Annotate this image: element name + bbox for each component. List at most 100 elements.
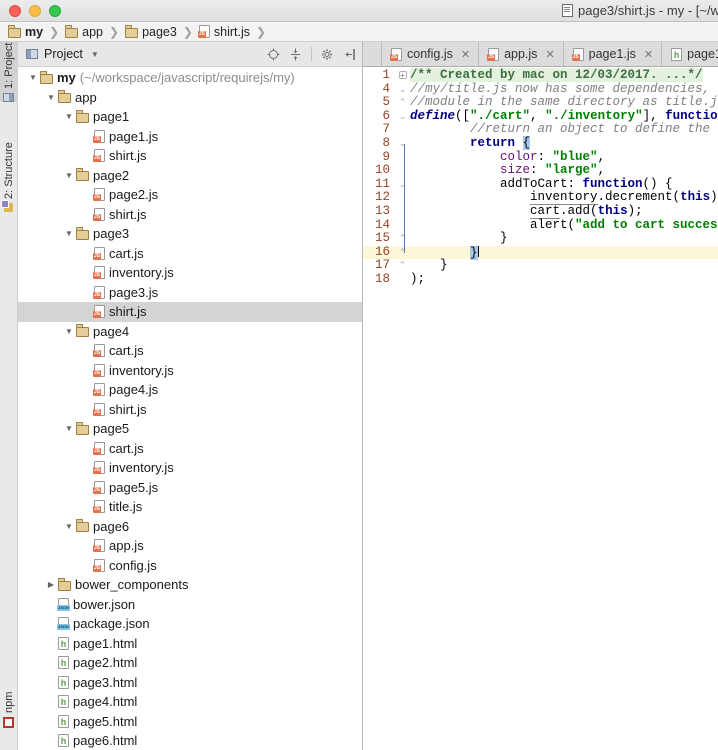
fold-marker-icon[interactable]: ⌄ (395, 110, 410, 124)
tree-item-package-json[interactable]: JSONpackage.json (18, 614, 362, 634)
expanded-arrow-icon[interactable]: ▼ (62, 171, 76, 180)
tree-item-page3[interactable]: ▼page3 (18, 224, 362, 244)
code-token: "./cart" (470, 109, 530, 123)
code-line-9[interactable]: 9 color: "blue", (363, 151, 718, 165)
tree-item-page5-js[interactable]: JSpage5.js (18, 478, 362, 498)
code-line-1[interactable]: 1+/** Created by mac on 12/03/2017. ...*… (363, 69, 718, 83)
tree-item-page2[interactable]: ▼page2 (18, 166, 362, 186)
code-line-17[interactable]: 17⌃ } (363, 259, 718, 273)
tree-item-shirt-js[interactable]: JSshirt.js (18, 400, 362, 420)
code-text: cart.add(this); (410, 205, 718, 219)
code-line-5[interactable]: 5⌃//module in the same directory as titl… (363, 96, 718, 110)
fold-marker-icon[interactable]: + (395, 69, 410, 83)
breadcrumb-item-app[interactable]: app (65, 25, 103, 39)
tree-item-my[interactable]: ▼my (~/workspace/javascript/requirejs/my… (18, 68, 362, 88)
collapsed-arrow-icon[interactable]: ▶ (44, 580, 58, 589)
zoom-window-button[interactable] (49, 5, 61, 17)
tree-item-page5-html[interactable]: hpage5.html (18, 712, 362, 732)
tree-item-app[interactable]: ▼app (18, 88, 362, 108)
fold-marker-icon[interactable]: ⌃ (395, 246, 410, 260)
fold-marker-icon[interactable]: ⌃ (395, 232, 410, 246)
locate-button[interactable] (267, 48, 280, 61)
code-line-12[interactable]: 12 inventory.decrement(this); (363, 191, 718, 205)
editor-tab-page1-html[interactable]: hpage1.html (662, 42, 718, 66)
tree-item-page2-js[interactable]: JSpage2.js (18, 185, 362, 205)
tree-item-page4[interactable]: ▼page4 (18, 322, 362, 342)
tree-item-inventory-js[interactable]: JSinventory.js (18, 263, 362, 283)
tree-item-config-js[interactable]: JSconfig.js (18, 556, 362, 576)
fold-marker-icon[interactable]: ⌄ (395, 83, 410, 97)
strip-item-npm[interactable]: npm (0, 682, 18, 728)
code-editor[interactable]: 1+/** Created by mac on 12/03/2017. ...*… (363, 67, 718, 750)
code-line-6[interactable]: 6⌄define(["./cart", "./inventory"], func… (363, 110, 718, 124)
breadcrumb-item-shirt-js[interactable]: JSshirt.js (199, 25, 250, 39)
chevron-down-icon[interactable]: ▼ (91, 50, 99, 59)
tree-item-page5[interactable]: ▼page5 (18, 419, 362, 439)
strip-item-structure[interactable]: 2: Structure (0, 128, 18, 212)
project-panel-title[interactable]: Project (44, 47, 83, 61)
expanded-arrow-icon[interactable]: ▼ (62, 424, 76, 433)
js-file-icon: JS (94, 208, 105, 221)
fold-marker-icon[interactable]: ⌄ (395, 178, 410, 192)
tree-item-page6-html[interactable]: hpage6.html (18, 731, 362, 750)
tree-item-page4-html[interactable]: hpage4.html (18, 692, 362, 712)
code-line-16[interactable]: 16⌃ } (363, 246, 718, 260)
tree-item-shirt-js[interactable]: JSshirt.js (18, 146, 362, 166)
tree-item-cart-js[interactable]: JScart.js (18, 439, 362, 459)
tree-item-page4-js[interactable]: JSpage4.js (18, 380, 362, 400)
close-tab-icon[interactable]: ✕ (644, 48, 653, 61)
expanded-arrow-icon[interactable]: ▼ (62, 229, 76, 238)
tree-item-page1-js[interactable]: JSpage1.js (18, 127, 362, 147)
tree-item-app-js[interactable]: JSapp.js (18, 536, 362, 556)
code-line-4[interactable]: 4⌄//my/title.js now has some dependencie… (363, 83, 718, 97)
expanded-arrow-icon[interactable]: ▼ (62, 112, 76, 121)
tree-item-page1[interactable]: ▼page1 (18, 107, 362, 127)
tree-item-page1-html[interactable]: hpage1.html (18, 634, 362, 654)
expanded-arrow-icon[interactable]: ▼ (62, 327, 76, 336)
tree-item-inventory-js[interactable]: JSinventory.js (18, 458, 362, 478)
expanded-arrow-icon[interactable]: ▼ (44, 93, 58, 102)
tree-item-page2-html[interactable]: hpage2.html (18, 653, 362, 673)
fold-marker-icon[interactable]: ⌃ (395, 96, 410, 110)
close-tab-icon[interactable]: ✕ (545, 48, 554, 61)
tree-item-cart-js[interactable]: JScart.js (18, 244, 362, 264)
strip-item-project[interactable]: 1: Project (0, 42, 18, 102)
expanded-arrow-icon[interactable]: ▼ (62, 522, 76, 531)
code-line-11[interactable]: 11⌄ addToCart: function() { (363, 178, 718, 192)
tree-item-shirt-js[interactable]: JSshirt.js (18, 205, 362, 225)
close-window-button[interactable] (9, 5, 21, 17)
tree-item-inventory-js[interactable]: JSinventory.js (18, 361, 362, 381)
code-line-14[interactable]: 14 alert("add to cart success!"); (363, 219, 718, 233)
settings-button[interactable] (321, 48, 335, 61)
collapse-all-button[interactable] (289, 48, 302, 61)
code-line-15[interactable]: 15⌃ } (363, 232, 718, 246)
editor-tab-page1-js[interactable]: JSpage1.js✕ (564, 42, 662, 66)
fold-marker-icon[interactable]: ⌃ (395, 259, 410, 273)
breadcrumb-item-my[interactable]: my (8, 25, 43, 39)
fold-marker-icon[interactable]: ⌄ (395, 137, 410, 151)
expanded-arrow-icon[interactable]: ▼ (26, 73, 40, 82)
tree-item-page3-html[interactable]: hpage3.html (18, 673, 362, 693)
code-line-8[interactable]: 8⌄ return { (363, 137, 718, 151)
code-line-10[interactable]: 10 size: "large", (363, 164, 718, 178)
tree-item-shirt-js[interactable]: JSshirt.js (18, 302, 362, 322)
close-tab-icon[interactable]: ✕ (461, 48, 470, 61)
tree-item-title-js[interactable]: JStitle.js (18, 497, 362, 517)
fold-expand-icon[interactable]: + (399, 71, 407, 79)
strip-item-favorites[interactable]: ★Favorites (0, 728, 18, 750)
tree-item-page6[interactable]: ▼page6 (18, 517, 362, 537)
fold-spacer (395, 151, 410, 165)
editor-tab-config-js[interactable]: JSconfig.js✕ (381, 42, 479, 66)
code-line-7[interactable]: 7 //return an object to define the "my/s… (363, 123, 718, 137)
breadcrumb-item-page3[interactable]: page3 (125, 25, 177, 39)
code-line-13[interactable]: 13 cart.add(this); (363, 205, 718, 219)
tree-item-bower-json[interactable]: JSONbower.json (18, 595, 362, 615)
code-line-18[interactable]: 18); (363, 273, 718, 287)
minimize-window-button[interactable] (29, 5, 41, 17)
tree-item-page3-js[interactable]: JSpage3.js (18, 283, 362, 303)
tree-item-bower_components[interactable]: ▶bower_components (18, 575, 362, 595)
editor-tab-app-js[interactable]: JSapp.js✕ (479, 42, 564, 66)
hide-panel-button[interactable] (344, 48, 356, 61)
code-token: , (598, 150, 606, 164)
tree-item-cart-js[interactable]: JScart.js (18, 341, 362, 361)
